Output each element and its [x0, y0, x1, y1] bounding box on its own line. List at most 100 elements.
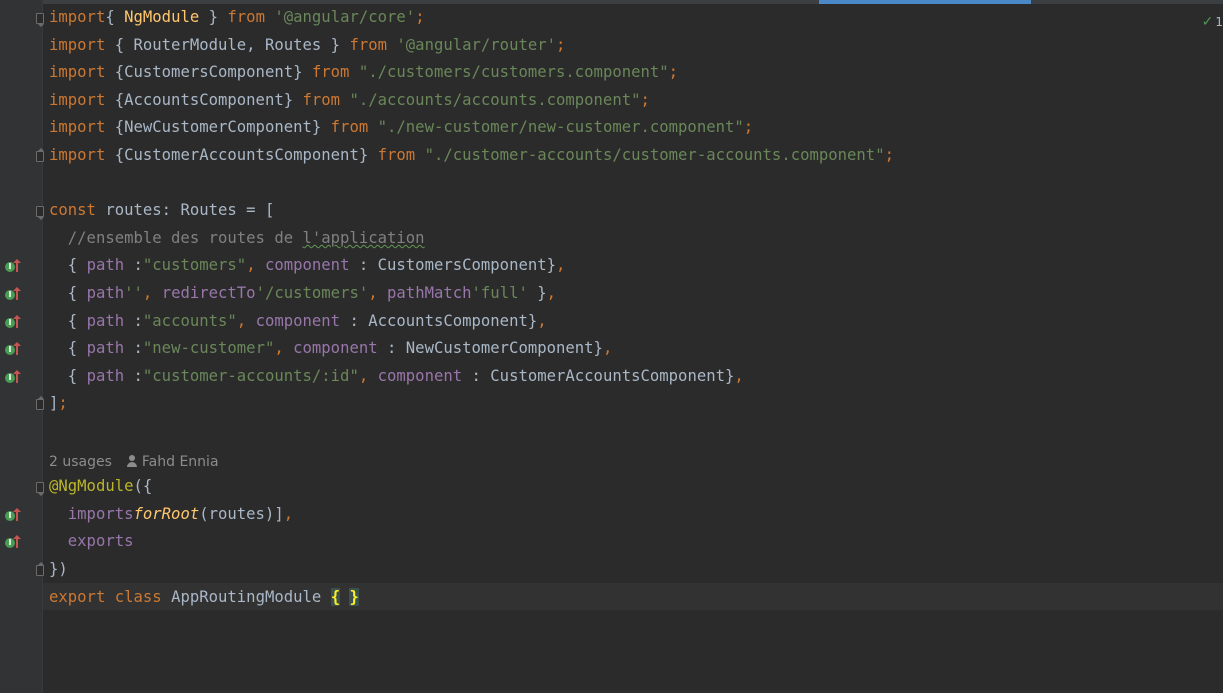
code-line[interactable]: { path :"accounts", component : Accounts… — [49, 308, 547, 334]
code-line[interactable]: export class AppRoutingModule { } — [49, 584, 359, 610]
code-token: { RouterModule, Routes } — [105, 35, 350, 54]
code-token: : — [124, 311, 143, 330]
override-icon: I — [5, 317, 15, 328]
code-token: "customers" — [142, 256, 247, 275]
code-token: {NewCustomerComponent} — [105, 118, 331, 137]
code-token: { — [49, 311, 87, 330]
code-line[interactable]: { path'', redirectTo'/customers', pathMa… — [49, 280, 556, 306]
code-line[interactable]: ]; — [49, 390, 68, 416]
fold-marker-icon[interactable] — [36, 13, 44, 27]
code-token: l'application — [302, 228, 425, 247]
override-icon: I — [5, 510, 15, 521]
code-line[interactable]: import {NewCustomerComponent} from "./ne… — [49, 114, 753, 140]
code-token: import — [49, 118, 106, 137]
fold-marker-icon[interactable] — [36, 206, 44, 221]
fold-marker-icon[interactable] — [36, 396, 44, 411]
implements-gutter-icon[interactable]: I — [5, 342, 23, 356]
code-token: ; — [668, 63, 679, 82]
code-token: , — [246, 256, 256, 275]
implements-gutter-icon[interactable]: I — [5, 259, 23, 273]
implements-gutter-icon[interactable]: I — [5, 314, 23, 329]
code-token: : — [124, 366, 143, 385]
code-token: , — [358, 366, 369, 385]
code-token: pathMatch — [387, 284, 472, 302]
arrow-up-icon — [13, 287, 21, 300]
arrow-up-icon — [13, 259, 21, 273]
fold-marker-icon[interactable] — [36, 148, 44, 162]
code-line[interactable]: import {CustomersComponent} from "./cust… — [49, 59, 678, 85]
code-token: } — [527, 284, 547, 302]
inlay-hint[interactable]: 2 usages Fahd Ennia — [49, 452, 219, 472]
implements-gutter-icon[interactable]: I — [5, 535, 23, 549]
code-line[interactable]: importsforRoot(routes)], — [49, 501, 293, 527]
code-line[interactable]: import{ NgModule } from '@angular/core'; — [49, 4, 425, 30]
code-token: path — [86, 311, 125, 330]
code-token: } — [199, 8, 228, 26]
author-hint[interactable]: Fahd Ennia — [142, 454, 219, 470]
code-editor[interactable]: ✓ 1 import{ NgModule } from '@angular/cor… — [0, 0, 1223, 693]
code-token: , — [236, 311, 247, 330]
code-token: , — [537, 311, 547, 330]
code-token: path — [86, 284, 125, 302]
fold-marker-icon[interactable] — [36, 562, 44, 576]
code-token: "./new-customer/new-customer.component" — [377, 118, 744, 137]
code-token: '@angular/router' — [396, 35, 557, 54]
implements-gutter-icon[interactable]: I — [5, 369, 23, 384]
code-line[interactable]: const routes: Routes = [ — [49, 197, 274, 223]
code-line[interactable]: import {AccountsComponent} from "./accou… — [49, 87, 650, 113]
code-token: component — [377, 366, 463, 385]
code-line[interactable]: //ensemble des routes de l'application — [49, 225, 425, 251]
usages-hint[interactable]: 2 usages — [49, 454, 112, 470]
code-line[interactable]: import { RouterModule, Routes } from '@a… — [49, 32, 565, 58]
code-line[interactable]: exports — [49, 528, 134, 554]
code-token: ; — [415, 8, 425, 26]
code-line[interactable]: { path :"new-customer", component : NewC… — [49, 335, 613, 361]
code-token: , — [283, 504, 294, 523]
code-token: class — [114, 587, 162, 606]
code-area[interactable]: import{ NgModule } from '@angular/core';… — [49, 4, 1223, 693]
code-token: (routes)] — [199, 504, 284, 523]
code-token: from — [311, 63, 350, 82]
code-token: redirectTo — [161, 284, 256, 302]
arrow-up-icon — [13, 535, 21, 549]
code-token: , — [556, 256, 566, 275]
code-token: : AccountsComponent} — [340, 311, 538, 330]
code-token: from — [227, 8, 265, 26]
code-line[interactable]: }) — [49, 556, 68, 582]
code-line[interactable]: { path :"customers", component : Custome… — [49, 252, 566, 278]
implements-gutter-icon[interactable]: I — [5, 507, 23, 522]
code-token: path — [86, 339, 125, 358]
code-line[interactable]: @NgModule({ — [49, 473, 152, 499]
implements-gutter-icon[interactable]: I — [5, 287, 23, 301]
code-token: { — [330, 587, 341, 606]
code-token: import — [49, 63, 106, 82]
code-token: path — [86, 366, 125, 385]
fold-marker-icon[interactable] — [36, 482, 44, 497]
code-token: @NgModule — [49, 477, 134, 496]
code-token: component — [264, 256, 350, 275]
code-token: "./customers/customers.component" — [358, 63, 669, 82]
code-token: { — [49, 339, 87, 358]
code-token: import — [49, 35, 106, 54]
code-token: '/customers' — [255, 284, 369, 302]
code-token: } — [349, 587, 359, 606]
code-line[interactable]: { path :"customer-accounts/:id", compone… — [49, 363, 744, 389]
code-token: //ensemble des routes de — [49, 228, 303, 247]
code-token: "accounts" — [142, 311, 237, 330]
code-token: ; — [884, 146, 894, 164]
code-token: { — [49, 256, 87, 275]
code-token: , — [546, 284, 557, 302]
code-token: ] — [49, 394, 59, 413]
code-line[interactable]: import {CustomerAccountsComponent} from … — [49, 142, 894, 168]
code-token: import — [49, 90, 106, 109]
